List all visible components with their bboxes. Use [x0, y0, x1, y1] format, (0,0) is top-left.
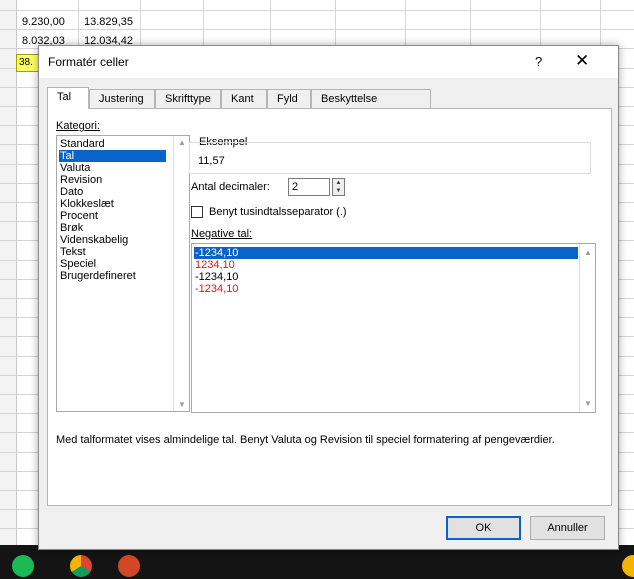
powerpoint-icon[interactable]	[118, 555, 140, 577]
category-item[interactable]: Procent	[59, 210, 166, 222]
category-item[interactable]: Brugerdefineret	[59, 270, 166, 282]
scroll-down-icon[interactable]: ▼	[584, 399, 592, 408]
tab-justering[interactable]: Justering	[89, 89, 155, 108]
spotify-icon[interactable]	[12, 555, 34, 577]
cell-a1[interactable]: 9.230,00	[22, 16, 65, 28]
tab-tal[interactable]: Tal	[47, 87, 89, 109]
thousands-separator-checkbox[interactable]	[191, 206, 203, 218]
chrome-icon[interactable]	[70, 555, 92, 577]
scroll-up-icon[interactable]: ▲	[178, 138, 186, 147]
grid-row-line	[0, 29, 634, 30]
ok-button[interactable]: OK	[446, 516, 521, 540]
category-item[interactable]: Dato	[59, 186, 166, 198]
category-item[interactable]: Tekst	[59, 246, 166, 258]
notification-icon[interactable]	[622, 555, 634, 577]
scroll-down-icon[interactable]: ▼	[178, 400, 186, 409]
taskbar	[0, 545, 634, 579]
category-item[interactable]: Videnskabelig	[59, 234, 166, 246]
decimals-spinner[interactable]: ▲ ▼	[332, 178, 345, 196]
category-label: Kategori:	[56, 120, 101, 132]
example-box: 11,57	[189, 142, 591, 174]
tab-fyld[interactable]: Fyld	[267, 89, 311, 108]
format-description: Med talformatet vises almindelige tal. B…	[56, 434, 555, 446]
dialog-titlebar: Formatér celler ? ✕	[39, 46, 618, 78]
scroll-up-icon[interactable]: ▲	[584, 248, 592, 257]
category-item[interactable]: Brøk	[59, 222, 166, 234]
negative-scrollbar[interactable]: ▲ ▼	[579, 244, 595, 412]
thousands-separator-label[interactable]: Benyt tusindtalsseparator (.)	[209, 206, 347, 218]
category-item-selected[interactable]: Tal	[59, 150, 166, 162]
format-cells-dialog: Formatér celler ? ✕ Tal Justering Skrift…	[38, 45, 619, 550]
negative-option[interactable]: 1234,10	[194, 259, 578, 271]
cell-b1[interactable]: 13.829,35	[84, 16, 133, 28]
spin-up-icon[interactable]: ▲	[333, 179, 344, 187]
category-item[interactable]: Standard	[59, 138, 166, 150]
dialog-title: Formatér celler	[48, 55, 129, 69]
category-item[interactable]: Speciel	[59, 258, 166, 270]
help-button[interactable]: ?	[535, 54, 542, 69]
category-list[interactable]: Standard Tal Valuta Revision Dato Klokke…	[56, 135, 190, 412]
row-headers	[0, 0, 17, 545]
negative-option[interactable]: -1234,10	[194, 283, 578, 295]
spin-down-icon[interactable]: ▼	[333, 187, 344, 195]
decimals-label: Antal decimaler:	[191, 181, 270, 193]
grid-row-line	[0, 10, 634, 11]
tab-kant[interactable]: Kant	[221, 89, 267, 108]
category-item[interactable]: Klokkeslæt	[59, 198, 166, 210]
example-value: 11,57	[198, 155, 225, 167]
category-scrollbar[interactable]: ▲ ▼	[173, 136, 189, 411]
tab-beskyttelse[interactable]: Beskyttelse	[311, 89, 431, 108]
category-item[interactable]: Valuta	[59, 162, 166, 174]
negative-option-selected[interactable]: -1234,10	[194, 247, 578, 259]
highlighted-cell[interactable]: 38.	[16, 54, 40, 72]
close-button[interactable]: ✕	[575, 51, 589, 71]
cancel-button[interactable]: Annuller	[530, 516, 605, 540]
category-item[interactable]: Revision	[59, 174, 166, 186]
negative-option[interactable]: -1234,10	[194, 271, 578, 283]
tab-skrifttype[interactable]: Skrifttype	[155, 89, 221, 108]
negative-numbers-label: Negative tal:	[191, 228, 253, 240]
negative-numbers-list[interactable]: -1234,10 1234,10 -1234,10 -1234,10 ▲ ▼	[191, 243, 596, 413]
decimals-input[interactable]: 2	[288, 178, 330, 196]
